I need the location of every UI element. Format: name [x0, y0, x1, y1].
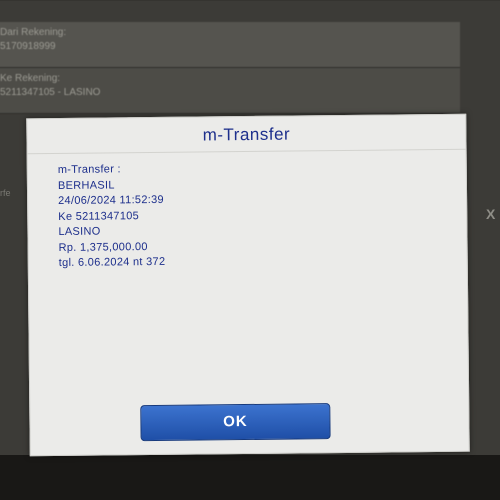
dialog-title: m-Transfer	[202, 124, 291, 145]
close-icon[interactable]: X	[486, 206, 495, 222]
background-text-fragment: rfe	[0, 188, 11, 198]
source-account-label: Dari Rekening:	[0, 27, 67, 38]
destination-account-value: 5211347105 - LASINO	[0, 87, 101, 98]
dialog-message: m-Transfer : BERHASIL 24/06/2024 11:52:3…	[58, 159, 419, 271]
destination-account-row[interactable]: Ke Rekening: 5211347105 - LASINO	[0, 68, 460, 114]
source-account-value: 5170918999	[0, 41, 56, 52]
bottom-bezel	[0, 455, 500, 500]
ok-button[interactable]: OK	[140, 403, 331, 442]
transfer-result-dialog: m-Transfer m-Transfer : BERHASIL 24/06/2…	[26, 113, 470, 457]
source-account-row[interactable]: Dari Rekening: 5170918999	[0, 22, 460, 68]
destination-account-label: Ke Rekening:	[0, 73, 61, 84]
message-line: tgl. 6.06.2024 nt 372	[58, 255, 166, 269]
dialog-divider	[27, 148, 466, 155]
